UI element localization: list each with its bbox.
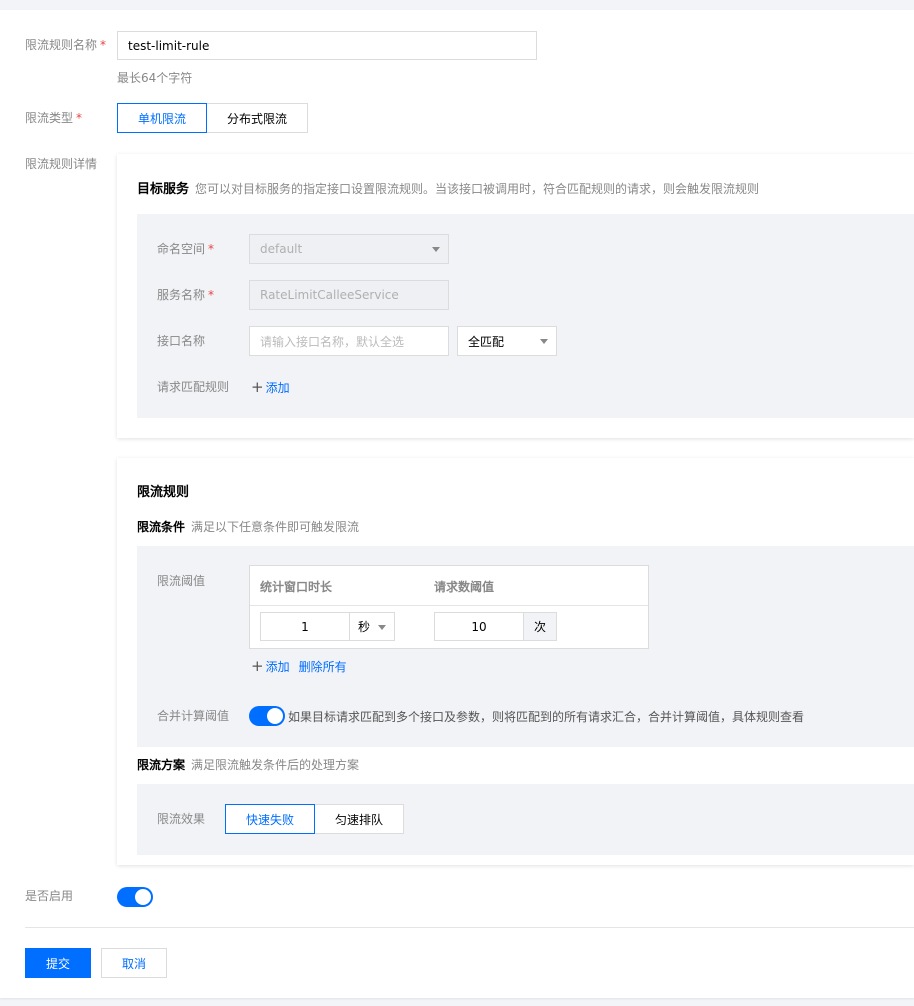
enabled-toggle[interactable] (117, 887, 153, 907)
service-label-text: 服务名称 (157, 288, 206, 302)
match-mode-value: 全匹配 (468, 334, 505, 349)
chevron-down-icon (378, 624, 386, 630)
limit-condition-panel: 限流阈值 统计窗口时长 请求数阈值 1 秒 10 次 + 添加 删除所有 合并计… (137, 546, 914, 747)
limit-plan-panel: 限流效果 快速失败 匀速排队 (137, 784, 914, 855)
toggle-knob (267, 708, 283, 724)
limit-effect-label: 限流效果 (157, 812, 206, 826)
cancel-button[interactable]: 取消 (101, 948, 167, 978)
namespace-value: default (260, 242, 303, 256)
window-duration-value: 1 (301, 619, 309, 634)
limit-rule-card: 限流规则 限流条件 满足以下任意条件即可触发限流 限流阈值 统计窗口时长 请求数… (117, 458, 914, 865)
merge-threshold-toggle[interactable] (249, 706, 285, 726)
target-service-header: 目标服务 您可以对目标服务的指定接口设置限流规则。当该接口被调用时，符合匹配规则… (137, 178, 759, 197)
limit-type-standalone[interactable]: 单机限流 (117, 103, 207, 133)
limit-condition-title: 限流条件 (137, 520, 186, 534)
limit-effect-segment: 快速失败 匀速排队 (225, 804, 404, 834)
service-label: 服务名称 * (157, 286, 214, 304)
limit-type-segment: 单机限流 分布式限流 (117, 103, 308, 133)
enabled-label: 是否启用 (25, 889, 74, 903)
limit-rule-title: 限流规则 (137, 485, 190, 500)
merge-threshold-label: 合并计算阈值 (157, 709, 230, 723)
plus-icon: + (251, 378, 264, 396)
footer-divider (25, 927, 914, 928)
toggle-knob (135, 889, 151, 905)
add-threshold-link[interactable]: + 添加 (251, 658, 290, 675)
namespace-label-text: 命名空间 (157, 242, 206, 256)
threshold-table: 统计窗口时长 请求数阈值 1 秒 10 次 (249, 565, 649, 649)
target-service-panel: 命名空间 * default 服务名称 * RateLimitCalleeServi… (137, 214, 914, 418)
rule-name-input[interactable]: test-limit-rule (117, 31, 537, 60)
limit-plan-header: 限流方案 满足限流触发条件后的处理方案 (137, 756, 359, 773)
interface-placeholder: 请输入接口名称，默认全选 (260, 334, 405, 349)
plus-icon: + (251, 657, 264, 675)
rule-name-value: test-limit-rule (128, 38, 210, 53)
chevron-down-icon (432, 247, 440, 252)
required-mark: * (100, 38, 107, 52)
rule-name-label: 限流规则名称 * (25, 36, 106, 54)
rule-form-page: 限流规则名称 * test-limit-rule 最长64个字符 限流类型 * 单机… (0, 10, 914, 998)
limit-plan-title: 限流方案 (137, 758, 186, 772)
submit-button[interactable]: 提交 (25, 948, 91, 978)
limit-plan-description: 满足限流触发条件后的处理方案 (191, 758, 360, 772)
chevron-down-icon (540, 339, 548, 344)
service-name-value: RateLimitCalleeService (260, 288, 399, 302)
namespace-label: 命名空间 * (157, 240, 214, 258)
required-mark: * (208, 242, 215, 256)
add-match-rule-text: 添加 (265, 381, 290, 395)
limit-condition-description: 满足以下任意条件即可触发限流 (191, 520, 360, 534)
rule-name-label-text: 限流规则名称 (25, 38, 98, 52)
request-threshold-value: 10 (471, 619, 487, 634)
threshold-label: 限流阈值 (157, 574, 206, 588)
threshold-actions: + 添加 删除所有 (251, 658, 347, 675)
request-unit: 次 (523, 612, 557, 641)
window-unit-value: 秒 (358, 620, 371, 634)
limit-type-label-text: 限流类型 (25, 111, 74, 125)
add-match-rule-link[interactable]: + 添加 (251, 379, 290, 396)
rule-name-hint: 最长64个字符 (117, 71, 193, 85)
limit-condition-header: 限流条件 满足以下任意条件即可触发限流 (137, 518, 359, 535)
limit-type-label: 限流类型 * (25, 109, 82, 127)
effect-uniform-queue[interactable]: 匀速排队 (315, 804, 404, 834)
request-threshold-input[interactable]: 10 (434, 612, 524, 641)
interface-label: 接口名称 (157, 334, 206, 348)
merge-threshold-description: 如果目标请求匹配到多个接口及参数，则将匹配到的所有请求汇合，合并计算阈值，具体规… (288, 710, 805, 724)
table-divider (250, 605, 648, 606)
required-mark: * (76, 111, 83, 125)
required-mark: * (208, 288, 215, 302)
window-unit-select[interactable]: 秒 (349, 612, 395, 641)
add-threshold-text: 添加 (265, 660, 290, 674)
service-name-input[interactable]: RateLimitCalleeService (249, 280, 449, 310)
match-mode-select[interactable]: 全匹配 (457, 326, 557, 356)
column-window-header: 统计窗口时长 (260, 580, 333, 594)
request-match-label: 请求匹配规则 (157, 380, 230, 394)
limit-type-distributed[interactable]: 分布式限流 (207, 103, 308, 133)
target-service-card: 目标服务 您可以对目标服务的指定接口设置限流规则。当该接口被调用时，符合匹配规则… (117, 154, 914, 438)
interface-name-input[interactable]: 请输入接口名称，默认全选 (249, 326, 449, 356)
column-requests-header: 请求数阈值 (434, 580, 495, 594)
namespace-select[interactable]: default (249, 234, 449, 264)
effect-fast-fail[interactable]: 快速失败 (225, 804, 315, 834)
target-service-description: 您可以对目标服务的指定接口设置限流规则。当该接口被调用时，符合匹配规则的请求，则… (195, 182, 760, 196)
window-duration-input[interactable]: 1 (260, 612, 350, 641)
rule-detail-label: 限流规则详情 (25, 157, 98, 171)
target-service-title: 目标服务 (137, 182, 190, 197)
delete-all-link[interactable]: 删除所有 (299, 658, 347, 675)
